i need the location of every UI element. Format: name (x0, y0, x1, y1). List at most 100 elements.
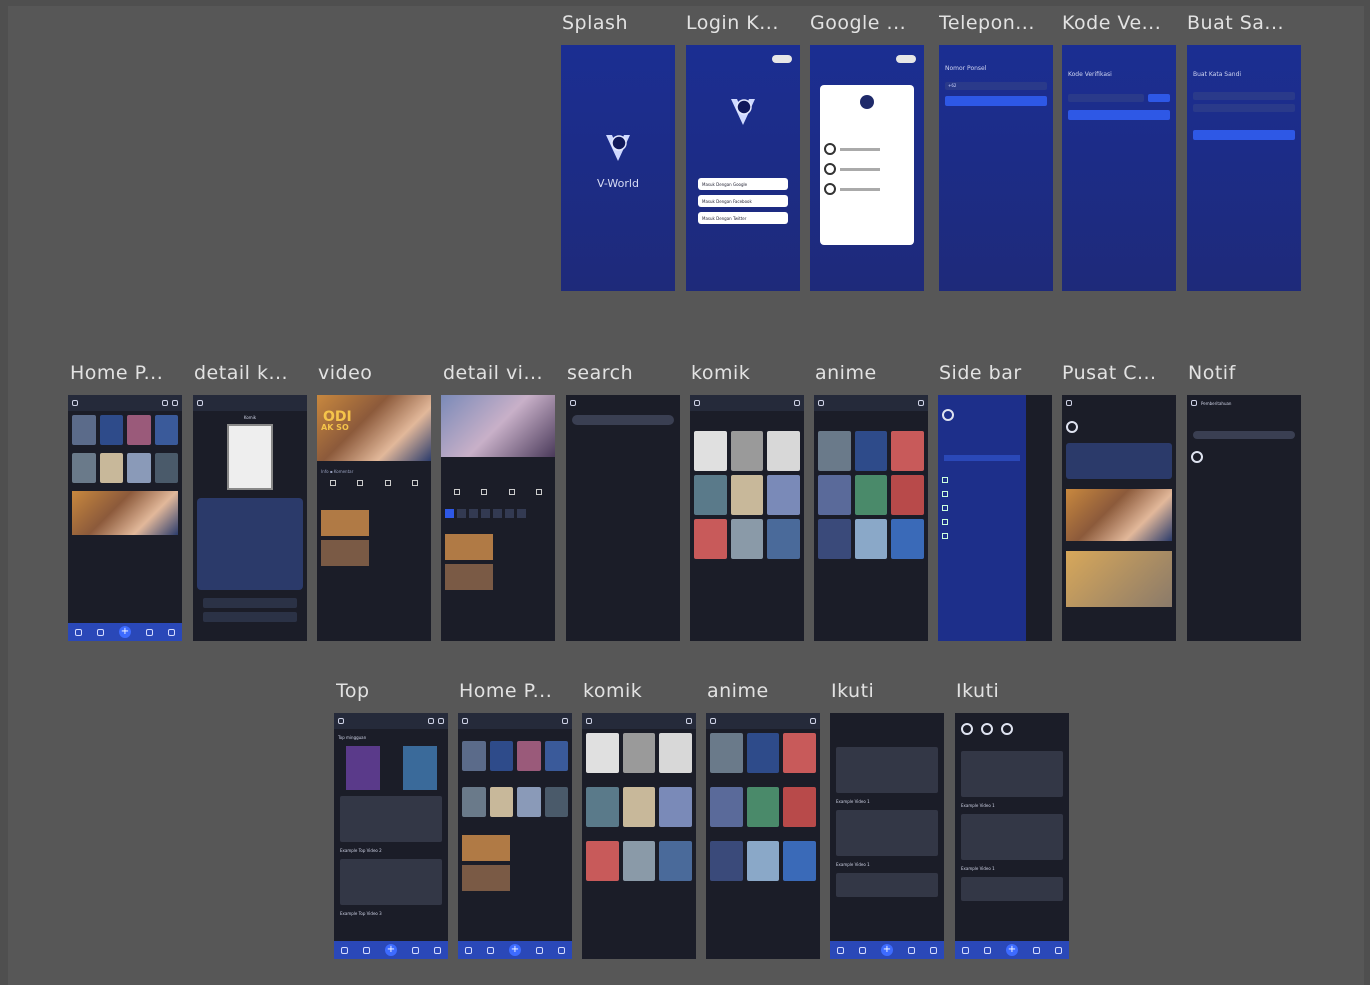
follow-icon[interactable] (411, 946, 419, 954)
profile-icon[interactable] (929, 946, 937, 954)
download-icon[interactable] (508, 489, 515, 495)
komik-thumb[interactable] (517, 787, 541, 817)
anime-thumb[interactable] (854, 431, 888, 471)
settings-icon[interactable] (942, 519, 948, 525)
komik-thumb[interactable] (544, 787, 568, 817)
screen-side-bar[interactable] (938, 395, 1052, 641)
screen-buat-sandi[interactable]: Buat Kata Sandi (1187, 45, 1301, 291)
password-input[interactable] (1193, 92, 1295, 100)
verify-continue-button[interactable] (1068, 110, 1170, 120)
home-icon[interactable] (837, 946, 845, 954)
anime-thumb[interactable] (710, 787, 743, 827)
creator-avatar-icon[interactable] (981, 723, 993, 735)
komik-thumb[interactable] (659, 787, 692, 827)
back-icon[interactable] (710, 718, 716, 724)
komik-thumb[interactable] (99, 453, 123, 483)
anime-thumb[interactable] (783, 841, 816, 881)
profile-icon[interactable] (557, 946, 565, 954)
profile-icon[interactable] (433, 946, 441, 954)
komik-thumb[interactable] (622, 733, 656, 773)
screen-video[interactable]: ODI AK SO Info ▪ Komentar (317, 395, 431, 641)
screen-top[interactable]: Top mingguan Example Top Video 2 Example… (334, 713, 448, 959)
screen-ikuti[interactable]: Example Video 1 Example Video 1 + (830, 713, 944, 959)
followed-video-placeholder[interactable] (836, 810, 938, 856)
followed-video-placeholder[interactable] (836, 747, 938, 793)
related-video-thumb[interactable] (445, 564, 493, 590)
screen-notif[interactable]: Pemberitahuan (1187, 395, 1301, 641)
anime-thumb[interactable] (72, 415, 96, 445)
screen-search[interactable] (566, 395, 680, 641)
menu-icon[interactable] (72, 400, 78, 406)
komik-thumb[interactable] (694, 475, 727, 515)
anime-thumb[interactable] (854, 475, 888, 515)
back-icon[interactable] (197, 400, 203, 406)
flag-icon[interactable] (942, 505, 948, 511)
follow-icon[interactable] (1032, 946, 1040, 954)
share-icon[interactable] (412, 480, 419, 486)
komik-thumb[interactable] (694, 431, 727, 471)
feedback-icon[interactable] (942, 533, 948, 539)
download-icon[interactable] (384, 480, 391, 486)
screen-telepon[interactable]: Nomor Ponsel +62 (939, 45, 1053, 291)
komik-thumb[interactable] (586, 733, 619, 773)
followed-video-placeholder[interactable] (961, 751, 1063, 797)
screen-anime[interactable] (814, 395, 928, 641)
home-icon[interactable] (962, 946, 970, 954)
anime-thumb[interactable] (891, 475, 924, 515)
search-icon[interactable] (172, 400, 178, 406)
anime-thumb[interactable] (746, 787, 780, 827)
anime-thumb[interactable] (783, 787, 816, 827)
home-icon[interactable] (341, 946, 349, 954)
screen-home[interactable]: + (68, 395, 182, 641)
search-icon[interactable] (918, 400, 924, 406)
top-anime-thumb[interactable] (345, 746, 380, 790)
komik-thumb[interactable] (659, 733, 692, 773)
bell-icon[interactable] (162, 400, 168, 406)
followed-video-placeholder[interactable] (961, 877, 1063, 901)
account-option[interactable] (820, 159, 914, 179)
komik-thumb[interactable] (462, 787, 486, 817)
screen-ikuti-2[interactable]: Example Video 1 Example Video 1 + (955, 713, 1069, 959)
followed-video-placeholder[interactable] (836, 873, 938, 897)
login-facebook-button[interactable]: Masuk Dengan Facebook (698, 195, 788, 207)
search-input[interactable] (572, 415, 674, 425)
anime-thumb[interactable] (891, 431, 924, 471)
komik-thumb[interactable] (767, 475, 800, 515)
komik-thumb[interactable] (489, 787, 513, 817)
anime-thumb[interactable] (710, 841, 743, 881)
screen-splash[interactable]: V-World (561, 45, 675, 291)
related-video-thumb[interactable] (321, 510, 369, 536)
create-password-button[interactable] (1193, 130, 1295, 140)
back-icon[interactable] (818, 400, 824, 406)
komik-thumb[interactable] (730, 519, 764, 559)
search-icon[interactable] (810, 718, 816, 724)
bookmark-icon[interactable] (942, 491, 948, 497)
like-icon[interactable] (329, 480, 336, 486)
komik-thumb[interactable] (730, 475, 764, 515)
komik-thumb[interactable] (694, 519, 727, 559)
back-icon[interactable] (462, 718, 468, 724)
creator-video-thumb[interactable] (1066, 489, 1172, 541)
anime-thumb[interactable] (818, 475, 851, 515)
komik-thumb[interactable] (72, 453, 96, 483)
chapter-item[interactable] (203, 598, 297, 608)
bookmark-icon[interactable] (481, 489, 488, 495)
follow-icon[interactable] (535, 946, 543, 954)
video-thumb[interactable] (462, 835, 510, 861)
language-toggle[interactable] (896, 55, 916, 63)
bell-icon[interactable] (428, 718, 434, 724)
share-icon[interactable] (536, 489, 543, 495)
komik-thumb[interactable] (586, 787, 619, 827)
komik-thumb[interactable] (767, 431, 800, 471)
add-icon[interactable]: + (1005, 944, 1018, 956)
profile-icon[interactable] (1054, 946, 1062, 954)
screen-login[interactable]: Masuk Dengan Google Masuk Dengan Faceboo… (686, 45, 800, 291)
top-anime-thumb[interactable] (402, 746, 437, 790)
screen-pusat-creator[interactable] (1062, 395, 1176, 641)
login-twitter-button[interactable]: Masuk Dengan Twitter (698, 212, 788, 224)
trending-icon[interactable] (97, 628, 105, 636)
add-icon[interactable]: + (880, 944, 893, 956)
trending-icon[interactable] (859, 946, 867, 954)
related-video-thumb[interactable] (445, 534, 493, 560)
top-video-placeholder[interactable] (340, 859, 442, 905)
